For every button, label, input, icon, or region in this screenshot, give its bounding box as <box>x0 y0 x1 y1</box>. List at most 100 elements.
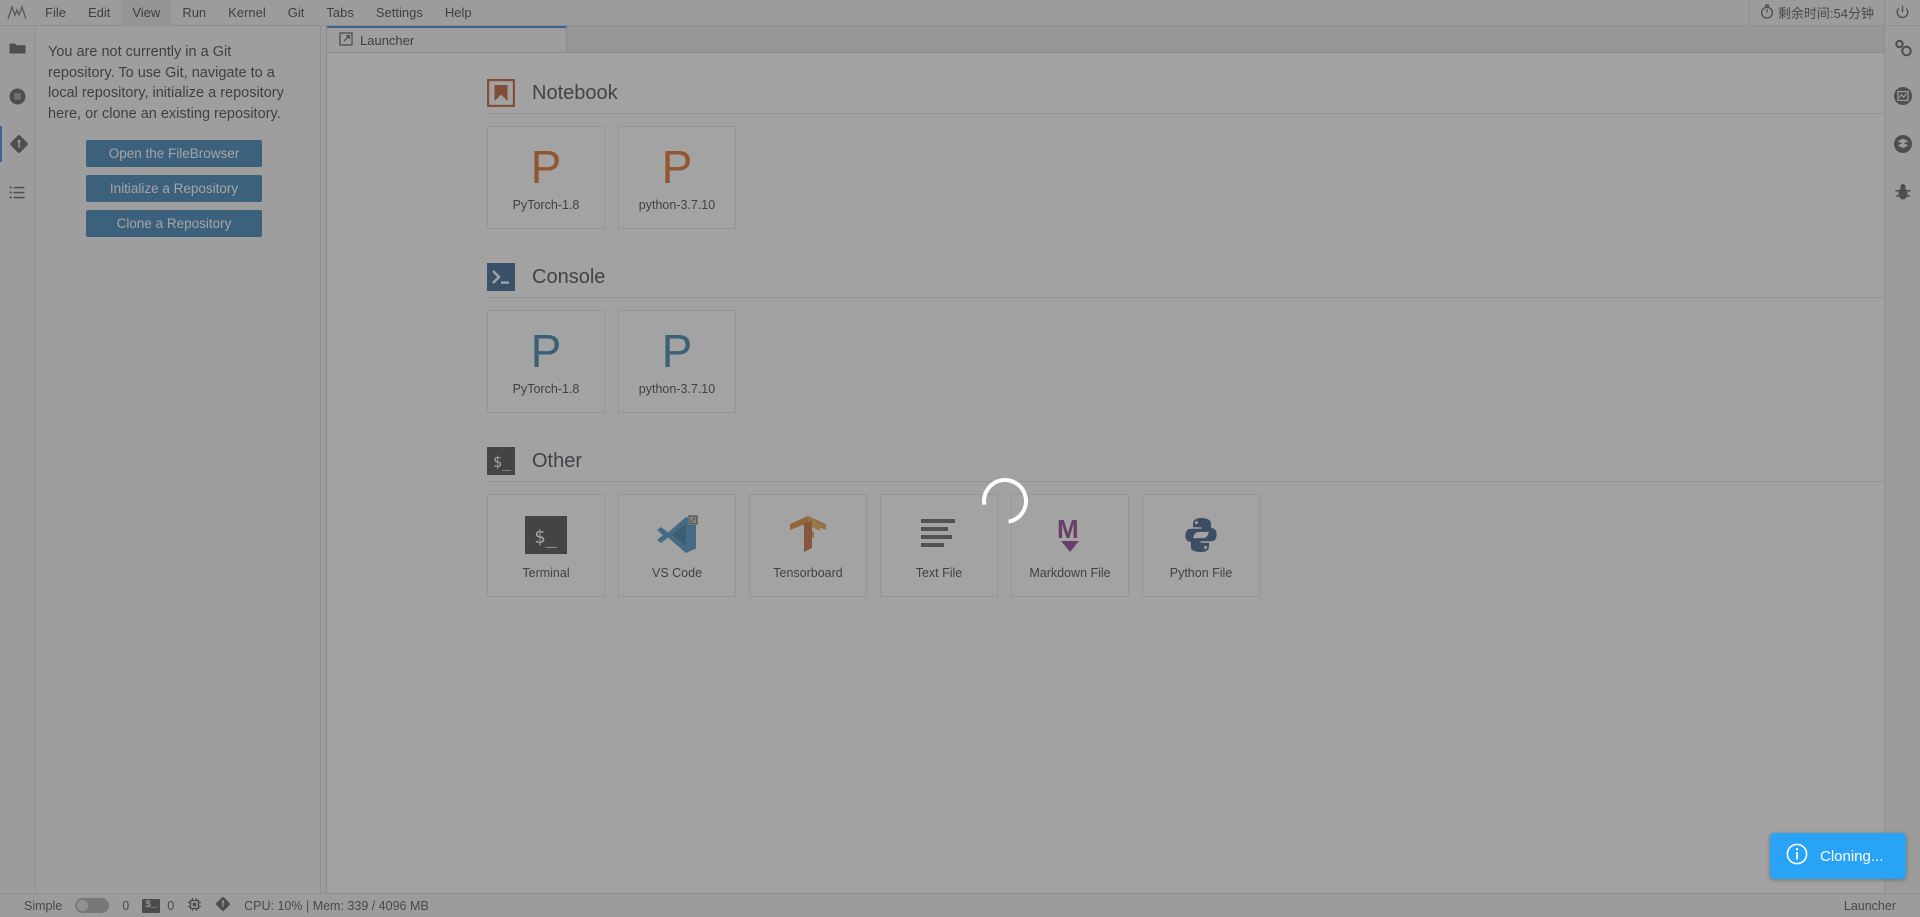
main-dock-area: Launcher Notebook P PyTorch-1.8 P python… <box>326 26 1884 893</box>
kernel-count-group[interactable]: 0 <box>122 899 129 913</box>
status-git-icon[interactable] <box>215 896 231 915</box>
launcher-card-console-python[interactable]: P python-3.7.10 <box>618 310 736 413</box>
menu-kernel-label: Kernel <box>228 5 266 20</box>
launcher-card-label: PyTorch-1.8 <box>512 197 580 212</box>
launcher-card-terminal[interactable]: $_ Terminal <box>487 494 605 597</box>
launcher-card-python-file[interactable]: Python File <box>1142 494 1260 597</box>
svg-text:$_: $_ <box>493 453 512 471</box>
right-activity-bar <box>1884 26 1920 893</box>
launcher-card-text-file[interactable]: Text File <box>880 494 998 597</box>
tab-launcher[interactable]: Launcher <box>327 26 567 52</box>
menu-run-label: Run <box>182 5 207 20</box>
menu-settings-label: Settings <box>375 5 423 20</box>
section-header-notebook: Notebook <box>486 78 1884 108</box>
git-icon <box>9 135 28 153</box>
launcher-card-console-pytorch[interactable]: P PyTorch-1.8 <box>487 310 605 413</box>
terminal-dollar-icon: $_ <box>487 447 515 475</box>
launcher-card-tensorboard[interactable]: Tensorboard <box>749 494 867 597</box>
launcher-card-notebook-pytorch[interactable]: P PyTorch-1.8 <box>487 126 605 229</box>
loading-spinner <box>972 468 1038 534</box>
kernel-glyph: P <box>661 324 693 377</box>
simple-mode-toggle[interactable] <box>75 898 110 913</box>
open-filebrowser-button[interactable]: Open the FileBrowser <box>86 140 262 168</box>
markdown-file-icon: M <box>1049 512 1091 558</box>
launcher-card-notebook-python[interactable]: P python-3.7.10 <box>618 126 736 229</box>
cpu-chip-icon[interactable] <box>187 897 202 915</box>
running-terminals-icon <box>9 88 26 104</box>
menu-help-label: Help <box>444 5 472 20</box>
terminal-dollar-icon: $_ <box>525 512 567 558</box>
vscode-icon <box>655 512 699 558</box>
property-inspector-icon <box>1894 39 1912 57</box>
menu-view[interactable]: View <box>121 0 172 26</box>
launcher-card-label: Terminal <box>522 565 570 580</box>
launcher-card-label: python-3.7.10 <box>638 381 716 396</box>
clone-repository-button[interactable]: Clone a Repository <box>86 210 262 238</box>
power-button[interactable] <box>1884 0 1920 26</box>
stopwatch-icon <box>1760 4 1774 22</box>
simple-mode-label: Simple <box>24 898 63 913</box>
launcher-card-label: VS Code <box>651 565 703 580</box>
terminal-count: 0 <box>167 898 175 913</box>
tab-bar: Launcher <box>327 26 1884 53</box>
terminal-count-group[interactable]: $_ 0 <box>142 898 175 913</box>
kernel-glyph: P <box>530 324 562 377</box>
console-terminal-icon <box>487 263 515 291</box>
table-of-contents-icon <box>9 185 25 199</box>
text-file-icon <box>917 512 961 558</box>
sidebar-item-git[interactable] <box>0 126 36 162</box>
sidebar-item-running-kernels[interactable] <box>0 78 36 114</box>
menu-file-label: File <box>45 5 66 20</box>
section-rule-other <box>487 481 1884 482</box>
menu-tabs-label: Tabs <box>326 5 354 20</box>
menu-run[interactable]: Run <box>171 0 217 26</box>
section-title-notebook: Notebook <box>532 81 618 104</box>
menu-help[interactable]: Help <box>434 0 483 26</box>
section-title-console: Console <box>532 265 606 288</box>
menu-tabs[interactable]: Tabs <box>315 0 364 26</box>
svg-text:M: M <box>1057 514 1079 544</box>
sidebar-item-dashboard[interactable] <box>1885 78 1920 114</box>
menu-view-label: View <box>132 5 161 20</box>
launcher-card-label: Python File <box>1169 565 1233 580</box>
section-header-other: $_ Other <box>487 447 1884 475</box>
sidebar-item-file-browser[interactable] <box>0 30 36 66</box>
kernel-glyph: P <box>661 140 693 193</box>
launcher-card-label: Tensorboard <box>773 565 843 580</box>
git-panel: You are not currently in a Git repositor… <box>36 26 321 893</box>
debugger-bug-icon <box>1894 184 1911 200</box>
notebook-bookmark-icon <box>486 78 516 108</box>
card-row-other: $_ Terminal VS Code Tensorboard Text Fil… <box>487 494 1884 597</box>
menu-file[interactable]: File <box>34 0 77 26</box>
info-icon <box>1786 843 1808 869</box>
menu-settings[interactable]: Settings <box>365 0 434 26</box>
power-icon <box>1896 5 1909 19</box>
section-rule-console <box>487 297 1884 298</box>
menu-edit[interactable]: Edit <box>77 0 121 26</box>
sidebar-item-debugger[interactable] <box>1885 174 1920 210</box>
folder-icon <box>9 43 26 53</box>
launcher-card-label: Text File <box>915 565 963 580</box>
launcher-external-link-icon <box>339 31 353 49</box>
python-kernel-icon: P <box>662 328 693 374</box>
kernel-glyph: P <box>530 140 562 193</box>
menu-kernel[interactable]: Kernel <box>217 0 277 26</box>
dashboard-icon <box>1893 87 1912 105</box>
menu-bar: File Edit View Run Kernel Git Tabs Setti… <box>0 0 1920 26</box>
menu-edit-label: Edit <box>87 5 111 20</box>
sidebar-item-extension-manager[interactable] <box>1885 126 1920 162</box>
sidebar-item-property-inspector[interactable] <box>1885 30 1920 66</box>
tensorboard-icon <box>786 512 830 558</box>
section-rule-notebook <box>487 113 1884 114</box>
toast-notification[interactable]: Cloning... <box>1770 833 1906 879</box>
launcher-card-vscode[interactable]: VS Code <box>618 494 736 597</box>
menu-git[interactable]: Git <box>277 0 316 26</box>
left-activity-bar <box>0 26 36 893</box>
sidebar-item-table-of-contents[interactable] <box>0 174 36 210</box>
launcher-card-markdown-file[interactable]: M Markdown File <box>1011 494 1129 597</box>
tab-launcher-label: Launcher <box>360 32 415 48</box>
python-kernel-icon: P <box>531 328 562 374</box>
initialize-repository-button[interactable]: Initialize a Repository <box>86 175 262 203</box>
resource-usage: CPU: 10% | Mem: 339 / 4096 MB <box>244 898 429 913</box>
git-empty-message: You are not currently in a Git repositor… <box>48 44 284 122</box>
